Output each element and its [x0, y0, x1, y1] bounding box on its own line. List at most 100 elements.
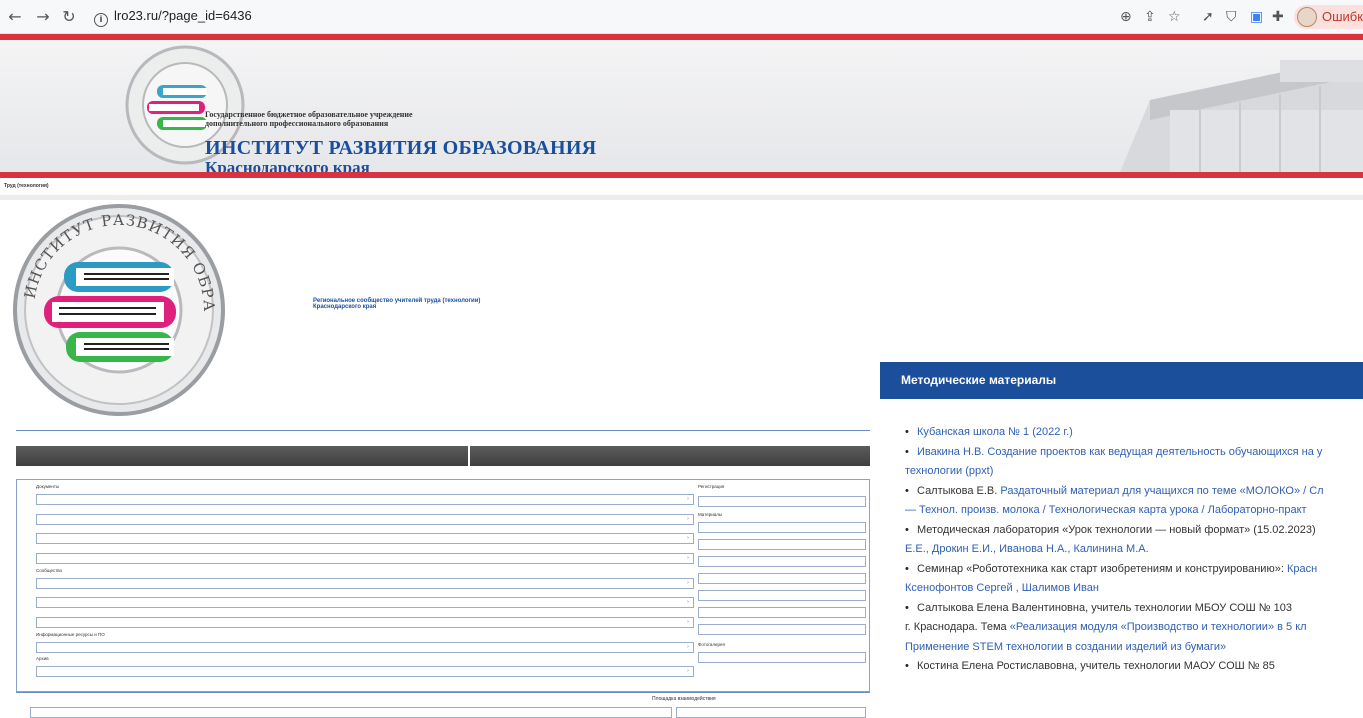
page-title: Труд (технология): [4, 183, 49, 189]
list-item: — Технол. произв. молока / Технологическ…: [905, 501, 1363, 521]
list-item[interactable]: [698, 652, 866, 663]
list-item[interactable]: ›: [36, 642, 694, 653]
news-banner-2[interactable]: [470, 446, 870, 466]
translate-icon[interactable]: ▣: [1250, 9, 1263, 25]
material-link[interactable]: Раздаточный материал для учащихся по тем…: [1000, 485, 1323, 497]
list-item: Методическая лаборатория «Урок технологи…: [905, 521, 1363, 541]
list-item[interactable]: [698, 496, 866, 507]
divider: [16, 430, 870, 431]
material-link[interactable]: технологии (ppxt): [905, 465, 993, 477]
rocket-icon[interactable]: ➚: [1202, 9, 1214, 25]
material-text: Методическая лаборатория «Урок технологи…: [917, 523, 1316, 536]
material-text: г. Краснодара. Тема: [905, 621, 1010, 633]
site-title: ИНСТИТУТ РАЗВИТИЯ ОБРАЗОВАНИЯ: [205, 137, 597, 159]
list-item: Ивакина Н.В. Создание проектов как ведущ…: [905, 443, 1363, 463]
list-item[interactable]: ›: [36, 494, 694, 505]
error-label: Ошибка: [1322, 9, 1363, 24]
list-item[interactable]: ›: [36, 666, 694, 677]
list-item: Е.Е., Дрокин Е.И., Иванова Н.А., Калинин…: [905, 540, 1363, 560]
chevron-right-icon: ›: [687, 644, 689, 650]
material-link[interactable]: Кубанская школа № 1 (2022 г.): [917, 426, 1073, 438]
list-item[interactable]: ›: [36, 617, 694, 628]
list-item[interactable]: [698, 573, 866, 584]
chevron-right-icon: ›: [687, 555, 689, 561]
list-item[interactable]: ›: [36, 597, 694, 608]
list-item[interactable]: [698, 624, 866, 635]
material-link[interactable]: Красн: [1287, 563, 1317, 575]
chevron-right-icon: ›: [687, 496, 689, 502]
forward-icon[interactable]: →: [34, 8, 52, 26]
section-materials: Материалы: [698, 512, 723, 517]
material-link[interactable]: Ивакина Н.В. Создание проектов как ведущ…: [917, 446, 1322, 458]
section-community: Сообщество: [36, 568, 63, 573]
list-item: технологии (ppxt): [905, 462, 1363, 482]
section-archive: Архив: [36, 656, 49, 661]
list-item[interactable]: [698, 590, 866, 601]
list-item: г. Краснодара. Тема «Реализация модуля «…: [905, 618, 1363, 638]
material-link[interactable]: Ксенофонтов Сергей , Шалимов Иван: [905, 582, 1099, 594]
list-item: Применение STEM технологии в создании из…: [905, 638, 1363, 658]
section-info-resources: Информационные ресурсы и ПО: [36, 632, 105, 637]
material-text: Костина Елена Ростиславовна, учитель тех…: [917, 660, 1275, 672]
material-text: Семинар «Робототехника как старт изобрет…: [917, 562, 1287, 575]
star-icon[interactable]: ☆: [1168, 9, 1181, 25]
profile-error-button[interactable]: Ошибка: [1294, 5, 1363, 29]
chevron-right-icon: ›: [687, 668, 689, 674]
list-item[interactable]: ›: [36, 514, 694, 525]
shield-icon[interactable]: ⛉: [1226, 9, 1237, 25]
metodicheskie-heading: Методические материалы: [880, 362, 1363, 399]
site-header: Государственное бюджетное образовательно…: [0, 40, 1363, 172]
list-item[interactable]: [698, 607, 866, 618]
org-line-1: Государственное бюджетное образовательно…: [205, 110, 413, 119]
list-item: Костина Елена Ростиславовна, учитель тех…: [905, 657, 1363, 677]
info-icon[interactable]: i: [94, 13, 108, 27]
avatar: [1297, 7, 1317, 27]
reload-icon[interactable]: ↻: [60, 8, 78, 26]
chevron-right-icon: ›: [687, 516, 689, 522]
share-icon[interactable]: ⇪: [1144, 9, 1156, 25]
community-panel: Документы › › › › Сообщество › › › Инфор…: [16, 479, 870, 692]
material-link[interactable]: — Технол. произв. молока / Технологическ…: [905, 504, 1307, 516]
chevron-right-icon: ›: [687, 619, 689, 625]
material-text: Салтыкова Е.В.: [917, 484, 1001, 497]
list-item[interactable]: ›: [36, 553, 694, 564]
list-item: Салтыкова Е.В. Раздаточный материал для …: [905, 482, 1363, 502]
list-item[interactable]: [698, 539, 866, 550]
material-link[interactable]: Применение STEM технологии в создании из…: [905, 641, 1226, 653]
chevron-right-icon: ›: [687, 599, 689, 605]
list-item[interactable]: [698, 556, 866, 567]
chevron-right-icon: ›: [687, 535, 689, 541]
list-item[interactable]: ›: [36, 533, 694, 544]
divider: [16, 692, 870, 693]
list-item[interactable]: [698, 522, 866, 533]
zoom-icon[interactable]: ⊕: [1120, 9, 1132, 25]
material-link[interactable]: Е.Е., Дрокин Е.И., Иванова Н.А., Калинин…: [905, 543, 1149, 555]
list-item: Семинар «Робототехника как старт изобрет…: [905, 560, 1363, 580]
address-bar[interactable]: i lro23.ru/?page_id=6436: [94, 8, 252, 27]
url-text: lro23.ru/?page_id=6436: [114, 8, 252, 23]
building-illustration: [1120, 60, 1363, 172]
section-documents: Документы: [36, 484, 60, 489]
list-item[interactable]: [676, 707, 866, 718]
site-subtitle: Краснодарского края: [205, 158, 370, 172]
section-gallery: Фотогалерея: [698, 642, 725, 647]
material-text: Салтыкова Елена Валентиновна, учитель те…: [917, 601, 1292, 614]
back-icon[interactable]: ←: [6, 8, 24, 26]
divider: [0, 195, 1363, 200]
puzzle-icon[interactable]: ✚: [1272, 9, 1284, 25]
main-menu-bar[interactable]: [0, 172, 1363, 178]
news-banner-1[interactable]: [16, 446, 468, 466]
list-item[interactable]: ›: [36, 578, 694, 589]
community-logo: ИНСТИТУТ РАЗВИТИЯ ОБРАЗОВАНИЯ: [4, 204, 225, 416]
section-interaction: Площадка взаимодействия: [652, 696, 716, 702]
org-line-2: дополнительного профессионального образо…: [205, 119, 389, 128]
community-title: Региональное сообщество учителей труда (…: [313, 298, 480, 310]
material-link[interactable]: «Реализация модуля «Производство и техно…: [1010, 621, 1307, 633]
list-item: Кубанская школа № 1 (2022 г.): [905, 423, 1363, 443]
chevron-right-icon: ›: [687, 580, 689, 586]
community-title-line-2: Краснодарского края: [313, 304, 377, 310]
metodicheskie-list: Кубанская школа № 1 (2022 г.) Ивакина Н.В…: [905, 423, 1363, 677]
list-item[interactable]: [30, 707, 672, 718]
list-item: Салтыкова Елена Валентиновна, учитель те…: [905, 599, 1363, 619]
org-type: Государственное бюджетное образовательно…: [205, 110, 413, 128]
